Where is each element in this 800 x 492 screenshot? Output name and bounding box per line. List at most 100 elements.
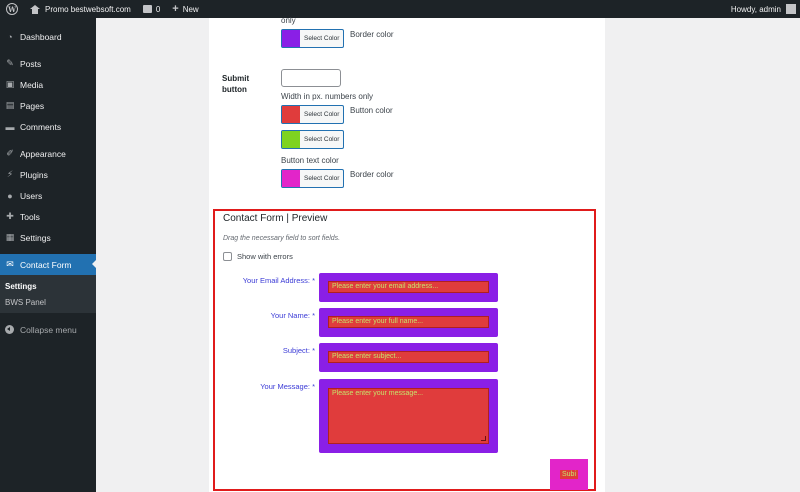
select-color-label: Select Color [304,175,340,182]
resize-handle-icon[interactable] [481,436,486,441]
name-field-label: Your Name: * [223,311,315,320]
email-field-wrapper: Please enter your email address... [319,273,498,302]
required-mark: * [312,346,315,355]
color-swatch [282,131,300,148]
select-color-label: Select Color [304,35,340,42]
contact-form-preview: Contact Form | Preview Drag the necessar… [213,209,596,491]
name-field-wrapper: Please enter your full name... [319,308,498,337]
border-color-label: Border color [350,30,394,39]
subject-field[interactable]: Please enter subject... [328,351,489,363]
wrench-icon: ✚ [6,211,14,221]
sidebar-item-tools[interactable]: ✚ Tools [0,206,96,227]
submit-button-label: Submit button [222,74,250,94]
submenu-item-bws-panel[interactable]: BWS Panel [0,294,96,310]
sidebar-item-label: Pages [20,100,45,111]
email-field[interactable]: Please enter your email address... [328,281,489,293]
field-label-text: Your Message: [260,382,310,391]
select-color-label: Select Color [304,136,340,143]
button-border-color-picker-button[interactable]: Select Color [281,169,344,188]
sidebar-item-dashboard[interactable]: ◔ Dashboard [0,26,96,47]
only-text: only [281,16,296,25]
submit-button-label: Subi [559,470,578,479]
collapse-arrow-icon [5,325,14,334]
dashboard-icon: ◔ [7,31,13,42]
button-color-label: Button color [350,106,393,115]
comment-icon: ▬ [5,121,15,132]
avatar [786,4,796,14]
new-label: New [182,4,199,14]
email-field-label: Your Email Address: * [223,276,315,285]
button-text-color-picker-button[interactable]: Select Color [281,130,344,149]
color-swatch [282,170,300,187]
sidebar-item-label: Tools [20,211,40,222]
message-field-label: Your Message: * [223,382,315,391]
sidebar-item-label: Comments [20,121,62,132]
message-textarea[interactable]: Please enter your message... [328,388,489,444]
plus-icon: + [172,2,179,15]
comments-link[interactable]: 0 [137,0,166,18]
site-name-link[interactable]: Promo bestwebsoft.com [24,0,137,18]
my-account-link[interactable]: Howdy, admin [731,4,800,14]
button-border-color-label: Border color [350,170,394,179]
show-errors-label: Show with errors [237,252,293,261]
settings-icon: ▦ [5,232,15,242]
sidebar-item-label: Dashboard [20,31,62,42]
sidebar-item-media[interactable]: ▣ Media [0,74,96,95]
border-color-picker-button[interactable]: Select Color [281,29,344,48]
select-color-label: Select Color [304,111,340,118]
name-field[interactable]: Please enter your full name... [328,316,489,328]
sidebar-item-users[interactable]: ● Users [0,185,96,206]
button-text-color-label: Button text color [281,156,339,165]
pin-icon: ✎ [6,58,14,68]
comments-count: 0 [155,4,161,14]
mail-icon: ✉ [6,259,14,269]
sidebar-item-label: Settings [20,232,51,243]
preview-hint: Drag the necessary field to sort fields. [223,235,341,242]
sidebar-item-appearance[interactable]: ✐ Appearance [0,143,96,164]
home-icon [30,4,40,14]
subject-field-label: Subject: * [223,346,315,355]
brush-icon: ✐ [6,148,14,158]
wordpress-logo-button[interactable]: W [0,0,24,18]
media-icon: ▣ [5,79,15,89]
sidebar-item-label: Appearance [20,148,66,159]
field-label-text: Subject: [282,346,310,355]
sidebar-item-label: Contact Form [20,259,72,270]
field-label-text: Your Name: [270,311,310,320]
sidebar-item-label: Media [20,79,44,90]
sidebar-item-comments[interactable]: ▬ Comments [0,116,96,137]
admin-bar: W Promo bestwebsoft.com 0 + New Howdy, a… [0,0,800,18]
sidebar-item-plugins[interactable]: ⚡ Plugins [0,164,96,185]
wordpress-logo-icon: W [6,3,18,15]
show-errors-row: Show with errors [223,252,293,261]
color-swatch [282,106,300,123]
sidebar-item-posts[interactable]: ✎ Posts [0,53,96,74]
color-swatch [282,30,300,47]
sidebar-item-label: Users [20,190,43,201]
collapse-menu-button[interactable]: Collapse menu [0,319,96,340]
preview-title: Contact Form | Preview [223,213,328,224]
message-field-wrapper: Please enter your message... [319,379,498,453]
admin-sidebar: ◔ Dashboard ✎ Posts ▣ Media ▤ Pages ▬ Co… [0,18,97,492]
button-width-input[interactable] [281,69,341,87]
submit-button[interactable]: Subi [550,459,588,490]
sidebar-item-label: Plugins [20,169,48,180]
sidebar-item-contact-form[interactable]: ✉ Contact Form [0,254,97,275]
user-icon: ● [7,190,13,201]
sidebar-item-pages[interactable]: ▤ Pages [0,95,96,116]
plug-icon: ⚡ [6,169,14,179]
submenu-item-settings[interactable]: Settings [0,278,96,294]
show-errors-checkbox[interactable] [223,252,232,261]
sidebar-item-label: Posts [20,58,42,69]
subject-field-wrapper: Please enter subject... [319,343,498,372]
sidebar-item-settings[interactable]: ▦ Settings [0,227,96,248]
new-content-link[interactable]: + New [166,0,204,18]
site-name: Promo bestwebsoft.com [45,4,131,14]
width-hint: Width in px. numbers only [281,92,374,101]
required-mark: * [312,382,315,391]
required-mark: * [312,276,315,285]
comment-bubble-icon [142,5,152,13]
collapse-menu-label: Collapse menu [20,324,77,335]
howdy-greeting: Howdy, admin [730,4,781,14]
button-color-picker-button[interactable]: Select Color [281,105,344,124]
